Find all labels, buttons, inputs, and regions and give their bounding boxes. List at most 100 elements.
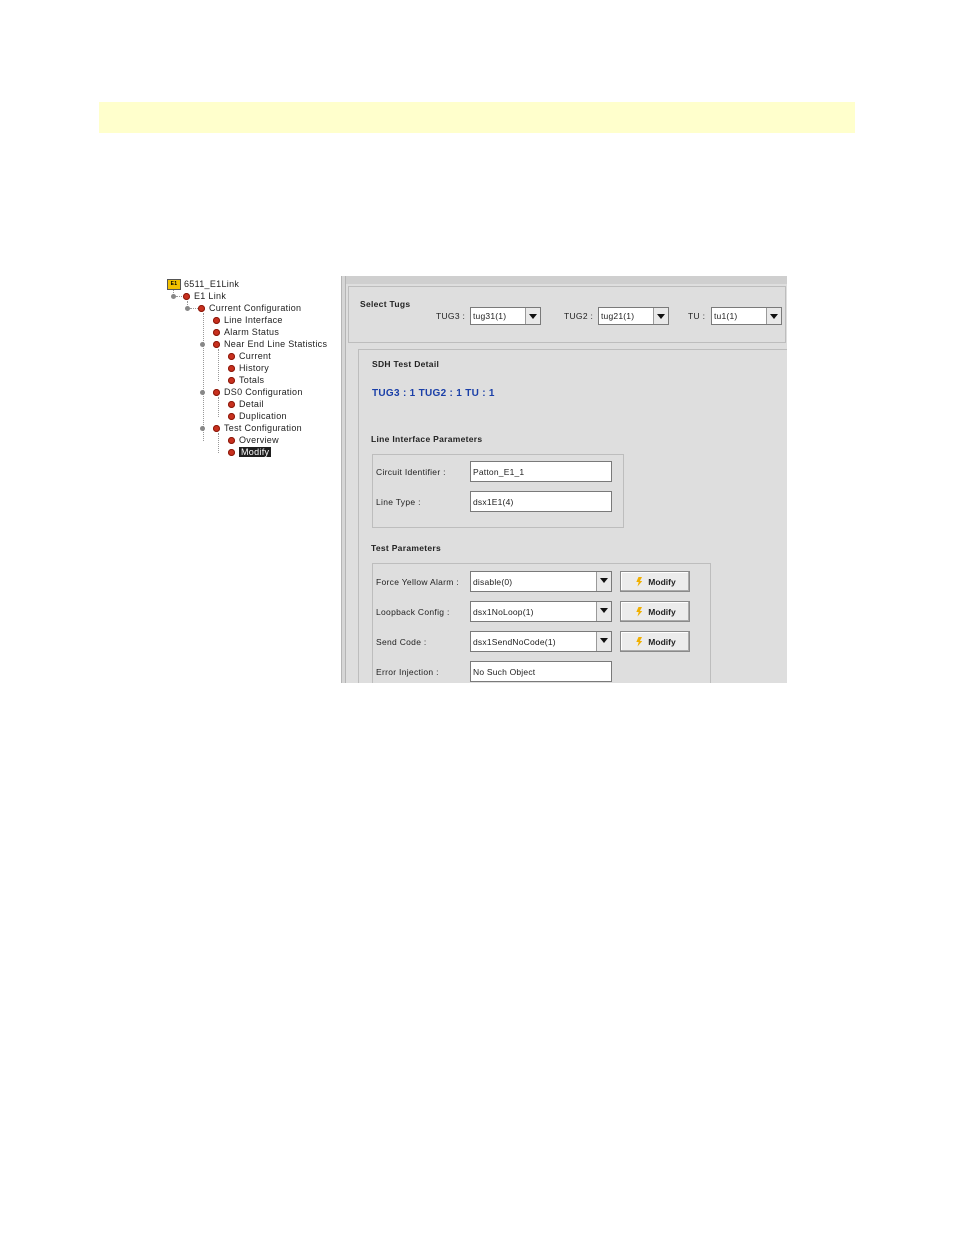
lightning-icon	[634, 637, 644, 647]
tree-node-duplication[interactable]: Duplication	[228, 410, 287, 422]
tree-node-current[interactable]: Current	[228, 350, 271, 362]
tree-node-label: Alarm Status	[224, 327, 280, 337]
loopback-config-modify-button[interactable]: Modify	[620, 601, 690, 622]
send-code-label: Send Code :	[376, 637, 427, 647]
error-injection-field[interactable]: No Such Object	[470, 661, 612, 682]
node-icon	[213, 340, 220, 348]
tree-expander[interactable]	[200, 342, 205, 347]
tree-node-label: Duplication	[239, 411, 287, 421]
send-code-modify-button[interactable]: Modify	[620, 631, 690, 652]
tree-expander[interactable]	[200, 426, 205, 431]
sdh-test-detail-title: SDH Test Detail	[372, 359, 440, 369]
tree-node-ds0-configuration[interactable]: DS0 Configuration	[213, 386, 303, 398]
node-icon	[228, 364, 235, 372]
node-icon	[198, 304, 205, 312]
tree-node-label: E1 Link	[194, 291, 227, 301]
tree-root[interactable]: E1 6511_E1Link	[167, 278, 239, 290]
node-icon	[213, 328, 220, 336]
sdh-test-detail-panel: SDH Test Detail TUG3 : 1 TUG2 : 1 TU : 1…	[358, 349, 787, 683]
circuit-identifier-field[interactable]: Patton_E1_1	[470, 461, 612, 482]
force-yellow-alarm-modify-button[interactable]: Modify	[620, 571, 690, 592]
tu-select[interactable]: tu1(1)	[711, 307, 782, 325]
tree-node-label: Near End Line Statistics	[224, 339, 328, 349]
tug2-label: TUG2 :	[564, 311, 594, 321]
chevron-down-icon[interactable]	[596, 632, 611, 651]
tree-node-alarm-status[interactable]: Alarm Status	[213, 326, 279, 338]
node-icon	[213, 424, 220, 432]
tree-node-history[interactable]: History	[228, 362, 269, 374]
loopback-config-value: dsx1NoLoop(1)	[473, 607, 534, 617]
circuit-identifier-label: Circuit Identifier :	[376, 467, 446, 477]
send-code-select[interactable]: dsx1SendNoCode(1)	[470, 631, 612, 652]
tug2-value: tug21(1)	[601, 311, 635, 321]
tug-path-label: TUG3 : 1 TUG2 : 1 TU : 1	[372, 388, 495, 399]
node-icon	[228, 436, 235, 444]
tree-node-label: History	[239, 363, 270, 373]
send-code-value: dsx1SendNoCode(1)	[473, 637, 556, 647]
node-icon	[228, 400, 235, 408]
tree-node-label: Detail	[239, 399, 264, 409]
loopback-config-select[interactable]: dsx1NoLoop(1)	[470, 601, 612, 622]
navigation-tree: E1 6511_E1Link E1 Link Current Configura…	[167, 276, 341, 683]
tree-node-test-configuration[interactable]: Test Configuration	[213, 422, 302, 434]
app-screenshot: E1 6511_E1Link E1 Link Current Configura…	[167, 276, 787, 683]
line-type-field[interactable]: dsx1E1(4)	[470, 491, 612, 512]
tree-node-label: Current	[239, 351, 272, 361]
chevron-down-icon[interactable]	[766, 308, 781, 324]
test-parameters-box: Force Yellow Alarm : disable(0) Modify L…	[372, 563, 711, 683]
circuit-identifier-value: Patton_E1_1	[473, 467, 525, 477]
tree-node-modify[interactable]: Modify	[228, 446, 272, 458]
line-type-label: Line Type :	[376, 497, 421, 507]
tree-node-detail[interactable]: Detail	[228, 398, 264, 410]
chevron-down-icon[interactable]	[596, 572, 611, 591]
tug3-label: TUG3 :	[436, 311, 466, 321]
tree-line	[190, 308, 198, 309]
modify-button-label: Modify	[648, 636, 676, 647]
node-icon	[228, 352, 235, 360]
tree-node-line-interface[interactable]: Line Interface	[213, 314, 283, 326]
force-yellow-alarm-value: disable(0)	[473, 577, 513, 587]
line-interface-box: Circuit Identifier : Patton_E1_1 Line Ty…	[372, 454, 624, 528]
lightning-icon	[634, 577, 644, 587]
error-injection-label: Error Injection :	[376, 667, 439, 677]
main-panel: Select Tugs TUG3 : tug31(1) TUG2 : tug21…	[346, 276, 787, 683]
tree-node-label: Modify	[239, 447, 272, 457]
tree-node-label: Test Configuration	[224, 423, 302, 433]
tree-node-label: Totals	[239, 375, 265, 385]
force-yellow-alarm-select[interactable]: disable(0)	[470, 571, 612, 592]
tree-node-current-configuration[interactable]: Current Configuration	[198, 302, 301, 314]
tug3-value: tug31(1)	[473, 311, 507, 321]
tug3-select[interactable]: tug31(1)	[470, 307, 541, 325]
select-tugs-title: Select Tugs	[360, 299, 411, 309]
loopback-config-label: Loopback Config :	[376, 607, 450, 617]
tu-value: tu1(1)	[714, 311, 738, 321]
tree-node-overview[interactable]: Overview	[228, 434, 279, 446]
tug2-select[interactable]: tug21(1)	[598, 307, 669, 325]
node-icon	[228, 376, 235, 384]
error-injection-value: No Such Object	[473, 667, 536, 677]
tree-line	[203, 313, 204, 441]
node-icon	[228, 412, 235, 420]
chevron-down-icon[interactable]	[525, 308, 540, 324]
node-icon	[213, 316, 220, 324]
chevron-down-icon[interactable]	[653, 308, 668, 324]
node-icon	[213, 388, 220, 396]
test-parameters-section-title: Test Parameters	[371, 543, 442, 553]
tree-root-label: 6511_E1Link	[184, 279, 240, 289]
node-icon	[183, 292, 190, 300]
tree-line	[218, 433, 219, 453]
line-type-value: dsx1E1(4)	[473, 497, 514, 507]
tree-expander[interactable]	[200, 390, 205, 395]
lightning-icon	[634, 607, 644, 617]
tree-line	[218, 349, 219, 381]
tree-node-near-end-line-statistics[interactable]: Near End Line Statistics	[213, 338, 327, 350]
modify-button-label: Modify	[648, 576, 676, 587]
tree-node-e1-link[interactable]: E1 Link	[183, 290, 226, 302]
line-interface-section-title: Line Interface Parameters	[371, 434, 483, 444]
tree-node-totals[interactable]: Totals	[228, 374, 264, 386]
chevron-down-icon[interactable]	[596, 602, 611, 621]
tree-node-label: Current Configuration	[209, 303, 302, 313]
modify-button-label: Modify	[648, 606, 676, 617]
tree-line	[218, 397, 219, 417]
tree-node-label: DS0 Configuration	[224, 387, 303, 397]
